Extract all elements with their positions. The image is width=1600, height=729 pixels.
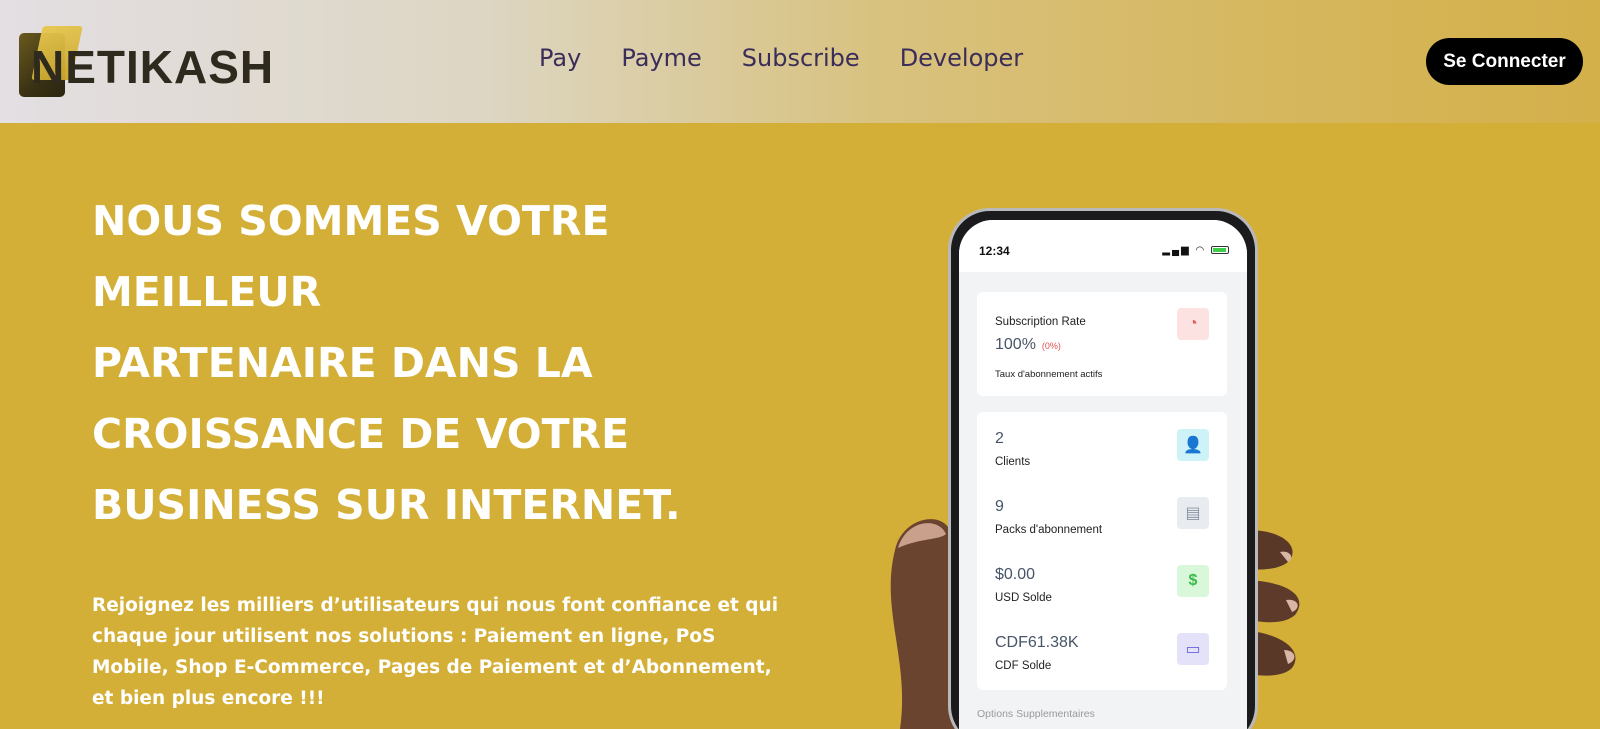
wallet-icon: ▭ — [1177, 633, 1209, 665]
user-icon: 👤 — [1177, 429, 1209, 461]
cdf-balance-value: CDF61.38K — [995, 634, 1079, 651]
subscription-rate-card: Subscription Rate 100% (0%) Taux d'abonne… — [977, 292, 1227, 396]
document-icon: ▤ — [1177, 497, 1209, 529]
site-header: NETIKASH Pay Payme Subscribe Developer S… — [0, 0, 1600, 123]
subscription-rate-caption: Taux d'abonnement actifs — [995, 369, 1103, 380]
nav-subscribe[interactable]: Subscribe — [742, 44, 860, 72]
main-nav: Pay Payme Subscribe Developer — [539, 44, 1023, 72]
cdf-balance-label: CDF Solde — [995, 660, 1052, 672]
hero-title-line: NOUS SOMMES VOTRE MEILLEUR — [92, 197, 610, 316]
netikash-logo[interactable]: NETIKASH — [19, 26, 273, 98]
clients-label: Clients — [995, 456, 1031, 468]
nav-payme[interactable]: Payme — [621, 44, 701, 72]
signal-wifi-battery-icon: ▂▄▆ ◠ — [1162, 245, 1229, 256]
hero-title: NOUS SOMMES VOTRE MEILLEUR PARTENAIRE DA… — [92, 186, 832, 541]
login-button[interactable]: Se Connecter — [1426, 38, 1583, 85]
phone-time: 12:34 — [979, 244, 1010, 258]
packs-count: 9 — [995, 498, 1004, 515]
stats-card: 2 Clients 👤 9 Packs d'abonnement ▤ $0.00… — [977, 412, 1227, 690]
usd-balance-label: USD Solde — [995, 592, 1052, 604]
hero-title-line: PARTENAIRE DANS LA — [92, 339, 593, 387]
hero-title-line: BUSINESS SUR INTERNET. — [92, 481, 681, 529]
dollar-icon: $ — [1177, 565, 1209, 597]
nav-developer[interactable]: Developer — [900, 44, 1023, 72]
phone-mockup: 12:34 ▂▄▆ ◠ Subscription Rate 100% (0%) T… — [948, 208, 1258, 729]
options-label: Options Supplementaires — [977, 708, 1095, 720]
subscription-rate-value: 100% — [995, 336, 1036, 353]
packs-label: Packs d'abonnement — [995, 524, 1103, 536]
pie-chart-icon: ◔ — [1177, 308, 1209, 340]
clients-count: 2 — [995, 430, 1004, 447]
hero-title-line: CROISSANCE DE VOTRE — [92, 410, 630, 458]
phone-screen: 12:34 ▂▄▆ ◠ Subscription Rate 100% (0%) T… — [959, 220, 1247, 729]
logo-text: NETIKASH — [31, 41, 275, 93]
nav-pay[interactable]: Pay — [539, 44, 581, 72]
usd-balance-value: $0.00 — [995, 566, 1036, 583]
subscription-rate-change: (0%) — [1041, 341, 1061, 351]
hero-description: Rejoignez les milliers d’utilisateurs qu… — [92, 595, 779, 709]
phone-status-bar: 12:34 ▂▄▆ ◠ — [959, 220, 1247, 272]
subscription-rate-label: Subscription Rate — [995, 316, 1086, 328]
